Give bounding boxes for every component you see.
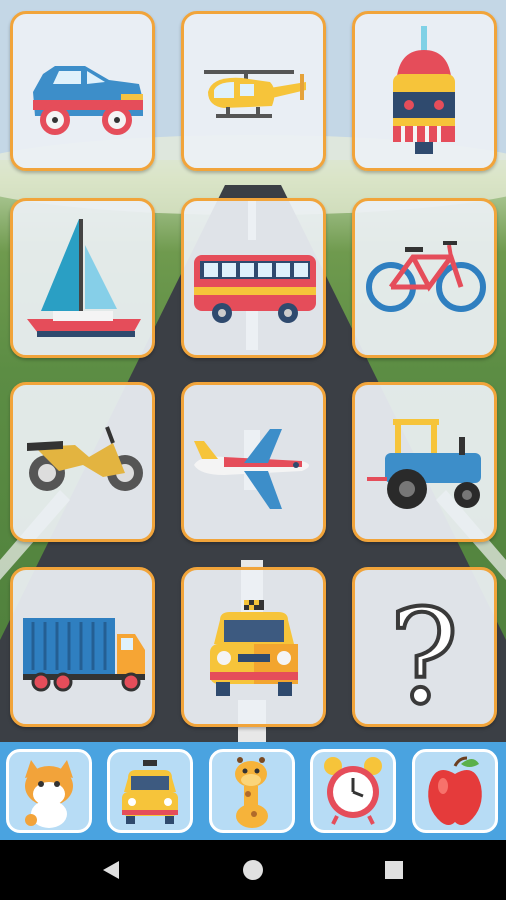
vehicle-card-taxi[interactable] xyxy=(181,567,326,727)
motorcycle-icon xyxy=(27,426,143,491)
category-tab-wild-animals[interactable] xyxy=(209,749,295,833)
bus-icon xyxy=(194,255,316,323)
android-navigation-bar xyxy=(0,840,506,900)
vehicle-card-truck[interactable] xyxy=(10,567,155,727)
question-mark-icon: ? xyxy=(387,579,461,724)
vehicle-card-tractor[interactable] xyxy=(352,382,497,542)
back-icon[interactable] xyxy=(99,858,123,882)
category-bar xyxy=(0,742,506,840)
vehicle-card-airplane[interactable] xyxy=(181,382,326,542)
taxi-icon xyxy=(210,600,298,696)
category-tab-animals[interactable] xyxy=(6,749,92,833)
helicopter-icon xyxy=(204,70,306,118)
vehicle-card-helicopter[interactable] xyxy=(181,11,326,171)
vehicle-card-sailboat[interactable] xyxy=(10,198,155,358)
category-tab-vehicles[interactable] xyxy=(107,749,193,833)
vehicle-card-motorcycle[interactable] xyxy=(10,382,155,542)
apple-icon xyxy=(428,756,482,825)
airplane-icon xyxy=(194,429,309,509)
taxi-icon xyxy=(122,760,178,824)
vehicle-card-bus[interactable] xyxy=(181,198,326,358)
giraffe-icon xyxy=(235,757,268,828)
cat-icon xyxy=(25,760,73,828)
vehicle-card-unknown[interactable]: ? xyxy=(352,567,497,727)
category-tab-fruits[interactable] xyxy=(412,749,498,833)
tractor-icon xyxy=(367,419,481,509)
bicycle-icon xyxy=(366,241,486,312)
sailboat-icon xyxy=(27,219,141,337)
home-icon[interactable] xyxy=(241,858,265,882)
question-mark-text: ? xyxy=(389,581,459,724)
alarm-clock-icon xyxy=(324,757,382,825)
truck-icon xyxy=(23,618,145,692)
vehicle-card-bicycle[interactable] xyxy=(352,198,497,358)
vehicle-grid: ? xyxy=(10,11,498,731)
car-icon xyxy=(33,66,143,135)
vehicle-card-cable-car[interactable] xyxy=(352,11,497,171)
cable-car-icon xyxy=(393,26,455,154)
recents-icon[interactable] xyxy=(382,858,406,882)
vehicle-card-car[interactable] xyxy=(10,11,155,171)
category-tab-time[interactable] xyxy=(310,749,396,833)
